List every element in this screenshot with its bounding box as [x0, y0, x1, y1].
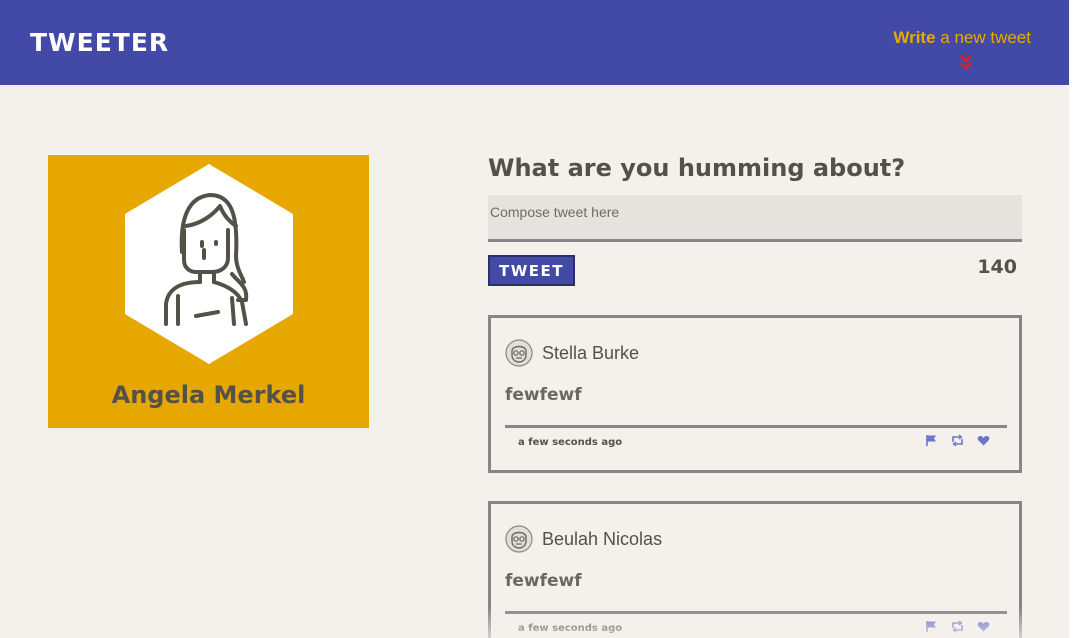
window-edge [1069, 0, 1074, 638]
write-new-tweet-toggle[interactable]: Write a new tweet [871, 28, 1031, 48]
profile-name: Angela Merkel [111, 381, 306, 409]
flag-icon[interactable] [925, 434, 938, 447]
tweet-timestamp: a few seconds ago [518, 437, 623, 448]
compose-toggle-bold: Write [893, 28, 936, 47]
profile-card: Angela Merkel [48, 155, 369, 428]
tweet-actions [925, 434, 995, 448]
tweet-timestamp: a few seconds ago [518, 623, 623, 634]
tweet-content: fewfewf [505, 571, 582, 591]
tweet-actions [925, 620, 995, 634]
logo[interactable]: TWEETER [30, 28, 169, 57]
tweet-button[interactable]: TWEET [488, 255, 575, 286]
retweet-icon[interactable] [951, 620, 964, 633]
tweet-content: fewfewf [505, 385, 582, 405]
heart-icon[interactable] [977, 434, 990, 447]
heart-icon[interactable] [977, 620, 990, 633]
tweet-author: Beulah Nicolas [542, 529, 663, 549]
double-chevron-down-icon[interactable] [960, 54, 972, 72]
tweet-divider [505, 611, 1007, 614]
author-avatar-icon [505, 525, 533, 553]
compose-tweet-input[interactable] [488, 195, 1022, 242]
author-avatar-icon [505, 339, 533, 367]
tweet-card: Beulah Nicolas fewfewf a few seconds ago [488, 501, 1022, 638]
user-avatar-icon [125, 164, 293, 364]
tweet-card: Stella Burke fewfewf a few seconds ago [488, 315, 1022, 473]
character-counter: 140 [977, 256, 1017, 278]
compose-title: What are you humming about? [488, 154, 906, 182]
retweet-icon[interactable] [951, 434, 964, 447]
tweet-divider [505, 425, 1007, 428]
tweet-author: Stella Burke [542, 343, 640, 363]
flag-icon[interactable] [925, 620, 938, 633]
compose-toggle-text: a new tweet [935, 28, 1031, 47]
top-nav: TWEETER Write a new tweet [0, 0, 1069, 85]
